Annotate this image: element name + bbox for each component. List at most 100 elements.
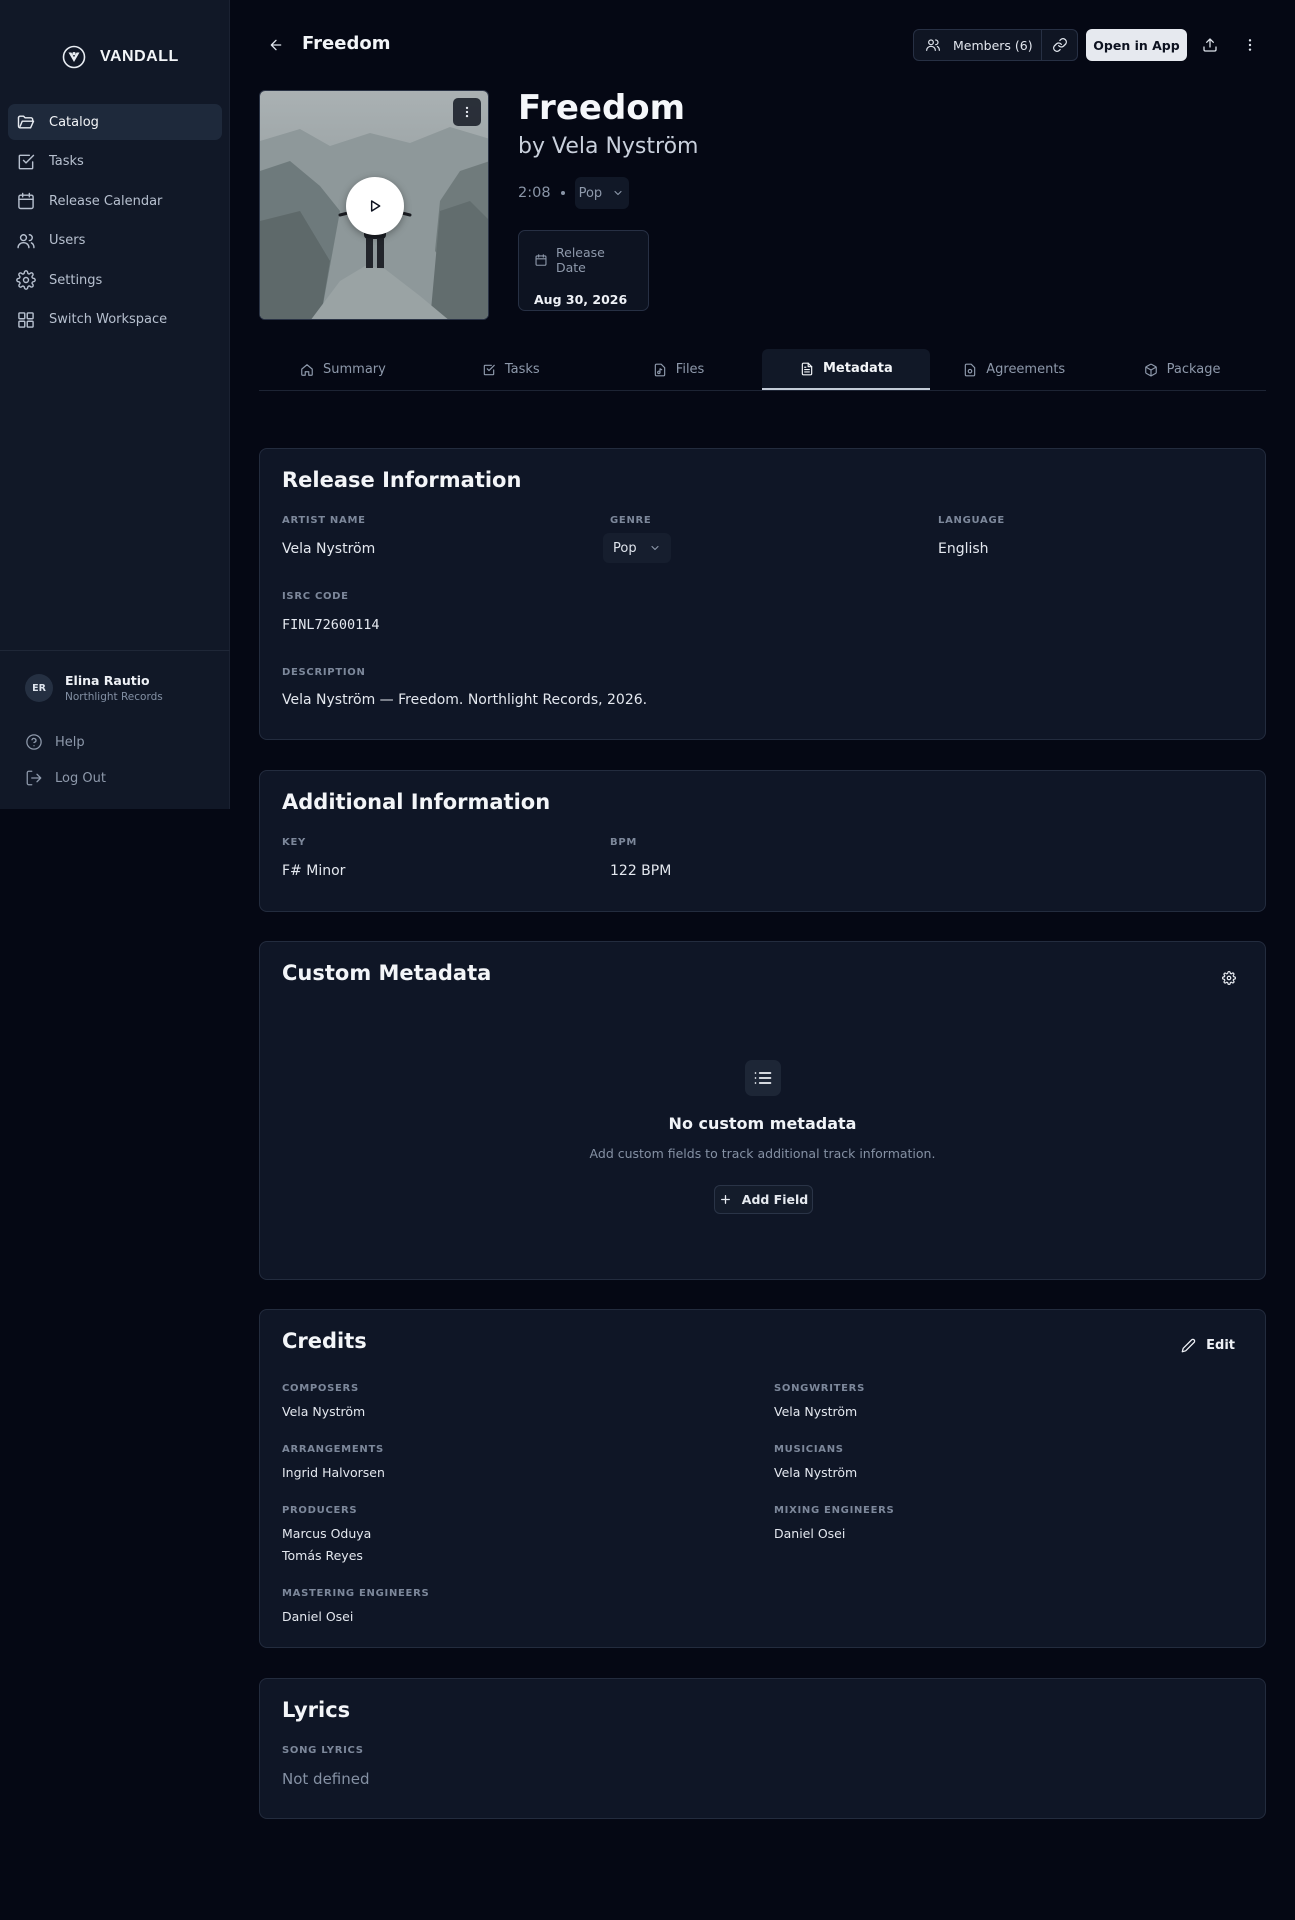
gear-icon (1222, 971, 1236, 985)
artist-name-label: ARTIST NAME (282, 515, 366, 526)
folder-open-icon (15, 111, 37, 133)
brand[interactable]: VANDALL (62, 44, 179, 70)
checkbox-icon (482, 363, 496, 377)
release-date-label: Release Date (556, 245, 605, 275)
tab-agreements[interactable]: Agreements (930, 349, 1098, 390)
credit-name: Daniel Osei (282, 1609, 354, 1624)
sidebar-item-label: Settings (49, 272, 103, 288)
sidebar-item-tasks[interactable]: Tasks (8, 144, 222, 180)
help-link[interactable]: Help (25, 733, 85, 751)
logout-label: Log Out (55, 770, 106, 786)
bpm-label: BPM (610, 837, 638, 848)
help-circle-icon (25, 733, 43, 751)
producers-label: PRODUCERS (282, 1505, 358, 1516)
track-duration: 2:08 (518, 185, 551, 201)
song-lyrics-value[interactable]: Not defined (282, 1770, 370, 1788)
genre-select[interactable]: Pop (574, 177, 630, 209)
tab-files[interactable]: Files (595, 349, 763, 390)
empty-state-subtitle: Add custom fields to track additional tr… (589, 1146, 936, 1161)
arrangements-label: ARRANGEMENTS (282, 1444, 384, 1455)
export-button[interactable] (1200, 35, 1220, 55)
card-title: Additional Information (282, 790, 551, 814)
copy-link-button[interactable] (1042, 30, 1077, 60)
file-agreement-icon (963, 363, 977, 377)
sidebar-item-label: Release Calendar (49, 193, 163, 209)
cover-menu-button[interactable] (453, 98, 481, 126)
credit-name: Tomás Reyes (282, 1548, 363, 1563)
credit-name: Daniel Osei (774, 1526, 846, 1541)
arrangements-list: Ingrid Halvorsen (282, 1462, 385, 1484)
grid-icon (15, 309, 37, 331)
tab-metadata[interactable]: Metadata (762, 349, 931, 390)
custom-metadata-settings-button[interactable] (1219, 968, 1239, 988)
pencil-icon (1181, 1338, 1196, 1353)
empty-state-title: No custom metadata (668, 1114, 857, 1133)
arrow-left-icon (268, 37, 284, 53)
key-value: F# Minor (282, 863, 346, 879)
mastering-engineers-label: MASTERING ENGINEERS (282, 1588, 430, 1599)
songwriters-list: Vela Nyström (774, 1401, 857, 1423)
language-value: English (938, 541, 989, 557)
package-icon (1144, 363, 1158, 377)
tab-label: Summary (323, 362, 386, 377)
sidebar-item-label: Catalog (49, 114, 99, 130)
card-title: Release Information (282, 468, 522, 492)
home-icon (300, 363, 314, 377)
tab-tasks[interactable]: Tasks (427, 349, 595, 390)
add-field-label: Add Field (741, 1192, 809, 1207)
isrc-value: FINL72600114 (282, 617, 380, 633)
description-value: Vela Nyström — Freedom. Northlight Recor… (282, 692, 648, 708)
musicians-list: Vela Nyström (774, 1462, 857, 1484)
musicians-label: MUSICIANS (774, 1444, 844, 1455)
custom-metadata-card: Custom Metadata No custom metadata Add c… (259, 941, 1266, 1280)
play-button[interactable] (346, 177, 404, 235)
edit-credits-button[interactable]: Edit (1181, 1338, 1235, 1353)
language-label: LANGUAGE (938, 515, 1005, 526)
user-name: Elina Rautio (65, 673, 150, 688)
genre-select[interactable]: Pop (603, 533, 671, 563)
more-options-button[interactable] (1240, 35, 1260, 55)
composers-list: Vela Nyström (282, 1401, 365, 1423)
release-information-card: Release Information ARTIST NAME Vela Nys… (259, 448, 1266, 740)
add-field-button[interactable]: Add Field (714, 1185, 813, 1214)
vandall-logo-icon (62, 45, 86, 69)
sidebar-item-label: Tasks (49, 154, 84, 169)
link-icon (1052, 37, 1068, 53)
file-music-icon (653, 363, 667, 377)
members-button[interactable]: Members (6) (914, 30, 1042, 60)
additional-information-card: Additional Information KEY F# Minor BPM … (259, 770, 1266, 912)
more-vertical-icon (1242, 37, 1258, 53)
sidebar: VANDALL Catalog Tasks Release Calendar U… (0, 0, 230, 809)
track-artist: by Vela Nyström (518, 134, 699, 159)
back-button[interactable] (266, 35, 286, 55)
isrc-label: ISRC CODE (282, 591, 349, 602)
credits-card: Credits Edit COMPOSERS Vela Nyström SONG… (259, 1309, 1266, 1648)
sidebar-item-label: Switch Workspace (49, 312, 168, 327)
sidebar-item-switch-workspace[interactable]: Switch Workspace (8, 302, 222, 338)
sidebar-item-release-calendar[interactable]: Release Calendar (8, 183, 222, 219)
lyrics-card: Lyrics SONG LYRICS Not defined (259, 1678, 1266, 1819)
bpm-value: 122 BPM (610, 863, 672, 879)
file-text-icon (800, 362, 814, 376)
mastering-engineers-list: Daniel Osei (282, 1606, 353, 1628)
play-icon (367, 198, 383, 214)
open-in-app-button[interactable]: Open in App (1086, 29, 1187, 61)
track-title: Freedom (518, 88, 686, 128)
avatar: ER (25, 674, 53, 702)
mixing-engineers-list: Daniel Osei (774, 1523, 845, 1545)
sidebar-item-settings[interactable]: Settings (8, 262, 222, 298)
sidebar-item-users[interactable]: Users (8, 223, 222, 259)
tab-package[interactable]: Package (1098, 349, 1266, 390)
tab-summary[interactable]: Summary (259, 349, 427, 390)
sidebar-item-catalog[interactable]: Catalog (8, 104, 222, 140)
key-label: KEY (282, 837, 306, 848)
plus-icon (719, 1193, 732, 1206)
release-date-card[interactable]: Release Date Aug 30, 2026 (518, 230, 649, 311)
cover-art[interactable] (259, 90, 489, 320)
logout-link[interactable]: Log Out (25, 769, 106, 787)
user-profile[interactable]: ER Elina Rautio Northlight Records (25, 673, 163, 703)
sidebar-divider (0, 650, 230, 651)
tab-label: Agreements (986, 362, 1066, 377)
gear-icon (15, 269, 37, 291)
card-title: Custom Metadata (282, 961, 492, 985)
